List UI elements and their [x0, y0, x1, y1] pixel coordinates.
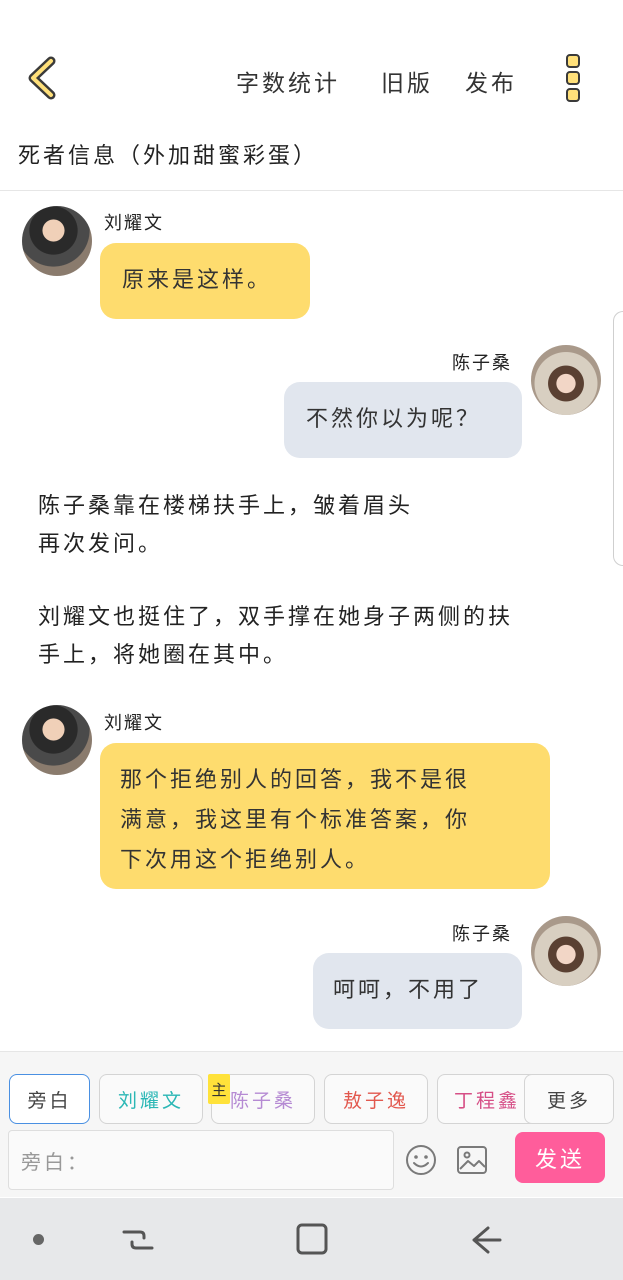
- role-chip-liu-yaowen[interactable]: 刘耀文: [99, 1074, 203, 1124]
- story-title: 死者信息（外加甜蜜彩蛋）: [18, 144, 319, 169]
- narration-text[interactable]: 陈子桑靠在楼梯扶手上，皱着眉头 再次发问。: [38, 488, 598, 564]
- more-roles-button[interactable]: 更多: [524, 1074, 614, 1124]
- avatar-liu-yaowen[interactable]: [22, 206, 92, 276]
- recent-apps-icon[interactable]: [118, 1220, 158, 1260]
- role-chip-narration[interactable]: 旁白: [9, 1074, 90, 1124]
- role-chip-label: 旁白: [27, 1089, 72, 1112]
- chat-area[interactable]: 刘耀文 原来是这样。 陈子桑 不然你以为呢？ 陈子桑靠在楼梯扶手上，皱着眉头 再…: [0, 191, 623, 1051]
- chevron-left-icon: [28, 56, 56, 100]
- role-chip-label: 刘耀文: [117, 1089, 184, 1112]
- role-chip-ao-ziyi[interactable]: 敖子逸: [324, 1074, 428, 1124]
- role-chip-label: 敖子逸: [342, 1089, 409, 1112]
- speaker-name: 刘耀文: [104, 213, 164, 234]
- narration-line: 陈子桑靠在楼梯扶手上，皱着眉头: [38, 494, 414, 519]
- role-chip-label: 更多: [546, 1089, 591, 1112]
- more-vertical-icon: [566, 54, 580, 68]
- more-vertical-icon-dot: [566, 88, 580, 102]
- image-icon[interactable]: [456, 1145, 488, 1175]
- speaker-name: 陈子桑: [452, 924, 512, 945]
- top-bar: 字数统计 旧版 发布: [0, 0, 623, 130]
- message-input-placeholder: 旁白：: [21, 1149, 90, 1174]
- role-chip-label: 陈子桑: [229, 1089, 296, 1112]
- emoji-icon[interactable]: [405, 1144, 437, 1176]
- message-bubble-left[interactable]: 那个拒绝别人的回答，我不是很 满意，我这里有个标准答案，你 下次用这个拒绝别人。: [100, 743, 550, 889]
- narration-line: 手上，将她圈在其中。: [38, 643, 289, 668]
- role-chip-label: 丁程鑫: [453, 1089, 520, 1112]
- narration-line: 再次发问。: [38, 532, 164, 557]
- send-button[interactable]: 发送: [515, 1132, 605, 1183]
- message-text-line: 下次用这个拒绝别人。: [120, 848, 371, 873]
- message-bubble-left[interactable]: 原来是这样。: [100, 243, 310, 319]
- message-text-line: 那个拒绝别人的回答，我不是很: [120, 768, 471, 793]
- message-text: 不然你以为呢？: [306, 407, 482, 432]
- avatar-chen-zisang[interactable]: [531, 345, 601, 415]
- message-input[interactable]: 旁白：: [8, 1130, 394, 1190]
- system-nav-bar: [0, 1198, 623, 1280]
- speaker-name: 刘耀文: [104, 713, 164, 734]
- avatar-liu-yaowen[interactable]: [22, 705, 92, 775]
- role-chip-ding-chengxin[interactable]: 丁程鑫: [437, 1074, 537, 1124]
- main-role-tag: 主: [208, 1074, 230, 1104]
- speaker-name: 陈子桑: [452, 353, 512, 374]
- message-bubble-right[interactable]: 不然你以为呢？: [284, 382, 522, 458]
- back-button[interactable]: [22, 52, 62, 104]
- more-button[interactable]: [560, 52, 586, 104]
- home-icon[interactable]: [293, 1220, 331, 1258]
- publish-button[interactable]: 发布: [465, 64, 517, 98]
- compose-panel: 旁白 刘耀文 主 陈子桑 敖子逸 丁程鑫 更多 旁白： 发送: [0, 1051, 623, 1197]
- message-bubble-right[interactable]: 呵呵，不用了: [313, 953, 522, 1029]
- narration-line: 刘耀文也挺住了，双手撑在她身子两侧的扶: [38, 605, 514, 630]
- message-text-line: 满意，我这里有个标准答案，你: [120, 808, 471, 833]
- more-vertical-icon-dot: [566, 71, 580, 85]
- back-nav-icon[interactable]: [466, 1220, 506, 1260]
- old-version-button[interactable]: 旧版: [381, 64, 433, 98]
- word-count-button[interactable]: 字数统计: [236, 64, 340, 98]
- message-text: 呵呵，不用了: [333, 978, 484, 1003]
- scroll-handle[interactable]: [613, 311, 623, 566]
- narration-text[interactable]: 刘耀文也挺住了，双手撑在她身子两侧的扶 手上，将她圈在其中。: [38, 599, 598, 675]
- nav-dot-icon[interactable]: [33, 1234, 44, 1245]
- avatar-chen-zisang[interactable]: [531, 916, 601, 986]
- message-text: 原来是这样。: [122, 268, 273, 293]
